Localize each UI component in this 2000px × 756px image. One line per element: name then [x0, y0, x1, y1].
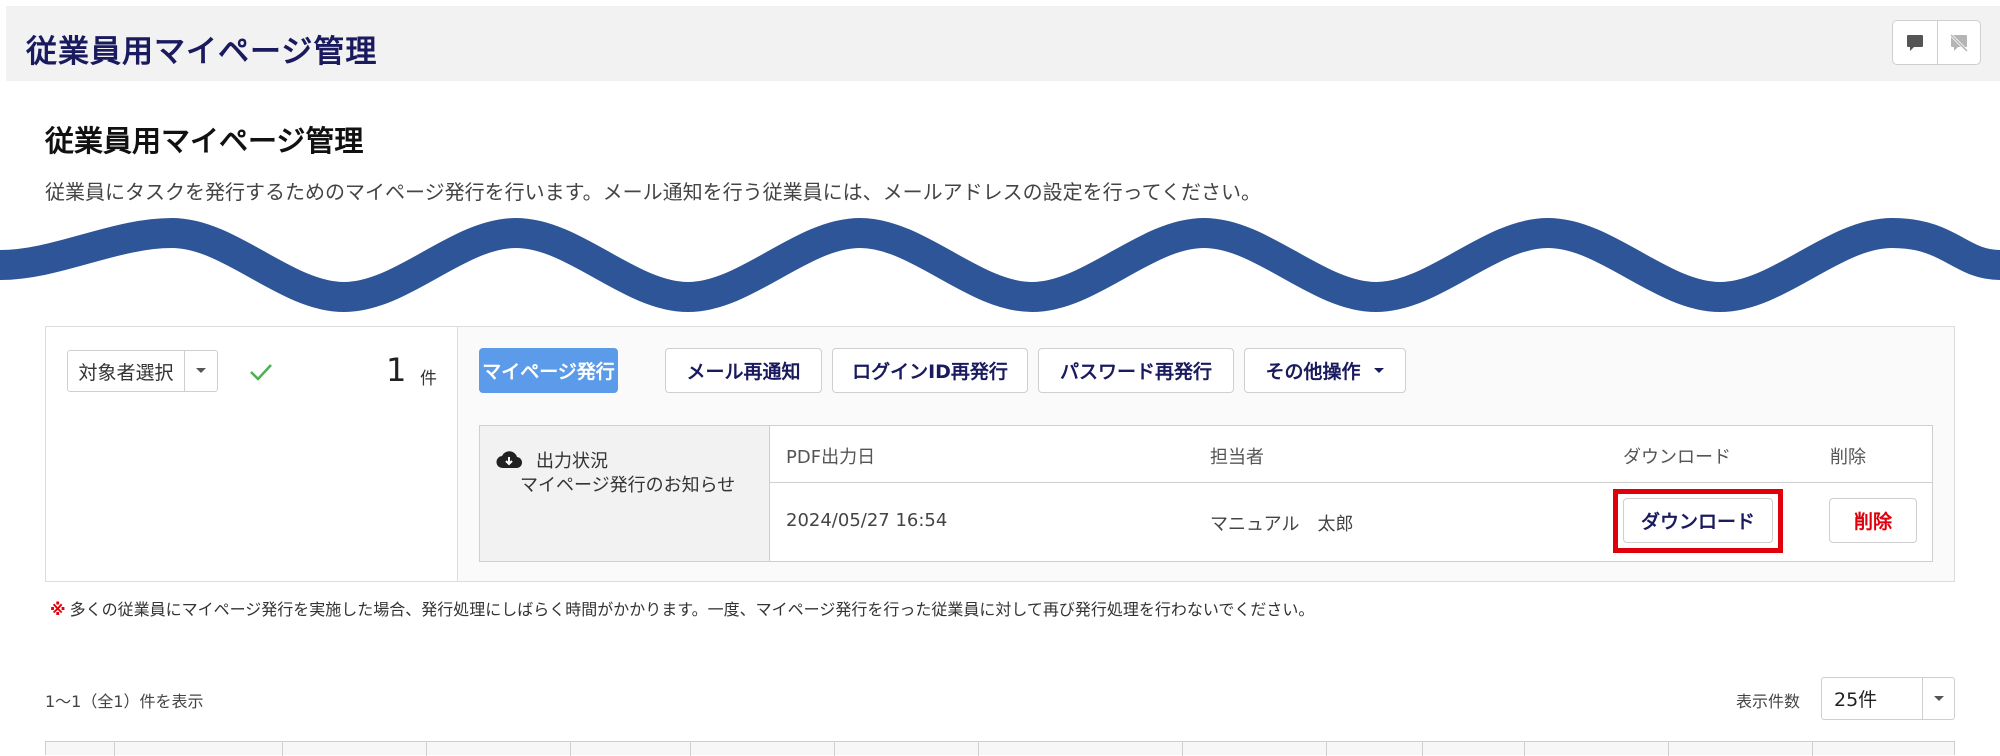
- download-button[interactable]: ダウンロード: [1623, 498, 1773, 543]
- table-column-divider: [1812, 742, 1813, 756]
- top-header-bar: 従業員用マイページ管理: [6, 6, 2000, 81]
- cloud-download-icon: [496, 451, 522, 469]
- selection-area: 対象者選択 1 件: [46, 327, 458, 581]
- table-column-divider: [570, 742, 571, 756]
- per-page-label: 表示件数: [1736, 692, 1801, 711]
- table-column-divider: [978, 742, 979, 756]
- issue-mypage-button[interactable]: マイページ発行: [479, 348, 618, 393]
- col-delete: 削除: [1830, 447, 1866, 468]
- target-select-dropdown[interactable]: 対象者選択: [67, 350, 218, 392]
- col-download: ダウンロード: [1623, 447, 1731, 468]
- reissue-login-id-button[interactable]: ログインID再発行: [832, 348, 1028, 393]
- check-icon: [250, 364, 272, 381]
- notice-text: ※ 多くの従業員にマイページ発行を実施した場合、発行処理にしばらく時間がかかります…: [50, 596, 1314, 620]
- delete-button[interactable]: 削除: [1829, 498, 1917, 543]
- table-column-divider: [1668, 742, 1669, 756]
- table-column-divider: [1524, 742, 1525, 756]
- table-column-divider: [690, 742, 691, 756]
- chevron-down-icon[interactable]: [1922, 678, 1954, 719]
- chevron-down-icon[interactable]: [184, 351, 217, 391]
- output-status-label: 出力状況: [536, 451, 608, 472]
- notice-mark: ※: [50, 600, 66, 619]
- output-status-label-cell: 出力状況 マイページ発行のお知らせ: [480, 426, 770, 561]
- comment-icon: [1906, 34, 1923, 51]
- table-column-divider: [1182, 742, 1183, 756]
- col-person: 担当者: [1210, 447, 1264, 468]
- notice-body: 多くの従業員にマイページ発行を実施した場合、発行処理にしばらく時間がかかります。…: [69, 600, 1315, 619]
- comment-off-toggle-button[interactable]: [1936, 21, 1981, 64]
- header-toggle-group: [1892, 20, 1981, 65]
- output-status-sublabel: マイページ発行のお知らせ: [520, 475, 736, 496]
- table-column-divider: [834, 742, 835, 756]
- result-range: 1～1（全1）件を表示: [45, 692, 204, 711]
- wave-separator: [0, 217, 2000, 313]
- app-title: 従業員用マイページ管理: [26, 34, 378, 70]
- comment-off-icon: [1949, 33, 1968, 52]
- resend-mail-button[interactable]: メール再通知: [665, 348, 822, 393]
- other-actions-label: その他操作: [1265, 361, 1361, 383]
- employee-table-header: [45, 741, 1955, 756]
- other-actions-dropdown[interactable]: その他操作: [1244, 348, 1406, 393]
- selected-count-unit: 件: [420, 369, 437, 389]
- output-status-header: PDF出力日 担当者 ダウンロード 削除: [770, 426, 1932, 483]
- col-pdf-date: PDF出力日: [786, 447, 876, 468]
- person-value: マニュアル 太郎: [1210, 514, 1354, 535]
- selected-count: 1: [386, 351, 407, 389]
- table-column-divider: [282, 742, 283, 756]
- reissue-password-button[interactable]: パスワード再発行: [1038, 348, 1234, 393]
- table-column-divider: [114, 742, 115, 756]
- target-select-label: 対象者選択: [78, 361, 174, 384]
- table-column-divider: [1326, 742, 1327, 756]
- caret-down-icon: [1373, 367, 1384, 373]
- comment-toggle-button[interactable]: [1893, 21, 1937, 64]
- per-page-select[interactable]: 25件: [1821, 677, 1955, 720]
- table-column-divider: [426, 742, 427, 756]
- page-description: 従業員にタスクを発行するためのマイページ発行を行います。メール通知を行う従業員に…: [45, 180, 1261, 204]
- page-title: 従業員用マイページ管理: [45, 124, 364, 158]
- table-column-divider: [1422, 742, 1423, 756]
- per-page-value: 25件: [1834, 689, 1878, 711]
- pdf-date-value: 2024/05/27 16:54: [786, 510, 948, 531]
